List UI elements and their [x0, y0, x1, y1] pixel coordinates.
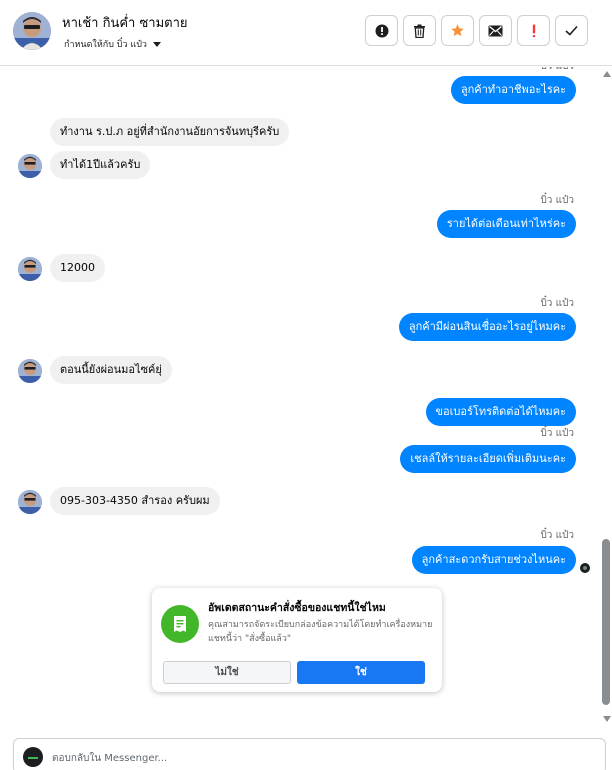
caret-down-icon	[152, 41, 161, 47]
sender-label: บิ๋ว แป๋ว	[540, 67, 574, 74]
trash-icon	[414, 24, 425, 38]
mark-unread-button[interactable]	[479, 15, 512, 46]
message-bubble-incoming[interactable]: 095-303-4350 สำรอง ครับผม	[50, 487, 220, 515]
order-receipt-icon	[161, 605, 199, 643]
spam-button[interactable]	[517, 15, 550, 46]
exclamation-icon	[532, 24, 535, 37]
assign-dropdown[interactable]: กำหนดให้กับ บิ๋ว แป๋ว	[64, 37, 161, 51]
message-bubble-incoming[interactable]: ตอนนี้ยังผ่อนมอไซค์ยุ่	[50, 356, 172, 384]
contact-avatar-small	[18, 490, 42, 514]
contact-avatar[interactable]	[13, 12, 51, 50]
contact-name: หาเช้า กินค่ำ ซามตาย	[62, 16, 188, 31]
message-bubble-outgoing[interactable]: ขอเบอร์โทรติดต่อได้ไหมคะ	[425, 398, 576, 426]
prompt-title: อัพเดตสถานะคำสั่งซื้อของแชทนี้ใช่ไหม	[208, 602, 386, 614]
delete-button[interactable]	[403, 15, 436, 46]
scrollbar-thumb[interactable]	[602, 539, 610, 705]
sender-label: บิ๋ว แป๋ว	[540, 428, 574, 439]
conversation-toolbar	[365, 15, 588, 46]
seen-indicator-icon	[580, 563, 590, 573]
no-button[interactable]: ไม่ใช่	[163, 661, 291, 684]
message-bubble-outgoing[interactable]: รายได้ต่อเดือนเท่าไหร่คะ	[436, 210, 576, 238]
done-button[interactable]	[555, 15, 588, 46]
assign-label: กำหนดให้กับ บิ๋ว แป๋ว	[64, 40, 147, 50]
exclamation-circle-icon	[375, 24, 388, 37]
sender-label: บิ๋ว แป๋ว	[540, 530, 574, 541]
message-bubble-incoming[interactable]: ทำได้1ปีแล้วครับ	[50, 151, 151, 179]
scroll-up-arrow-icon[interactable]	[603, 71, 611, 77]
messenger-conversation-window: หาเช้า กินค่ำ ซามตาย กำหนดให้กับ บิ๋ว แป…	[0, 0, 612, 770]
message-bubble-incoming[interactable]: 12000	[50, 254, 105, 282]
reply-input[interactable]: ตอบกลับใน Messenger...	[52, 751, 167, 766]
page-avatar	[23, 747, 43, 767]
scroll-down-arrow-icon[interactable]	[603, 716, 611, 722]
report-icon-button[interactable]	[365, 15, 398, 46]
conversation-header: หาเช้า กินค่ำ ซามตาย กำหนดให้กับ บิ๋ว แป…	[0, 0, 612, 66]
contact-avatar-small	[18, 154, 42, 178]
checkmark-icon	[565, 25, 578, 36]
yes-button[interactable]: ใช่	[297, 661, 425, 684]
contact-avatar-small	[18, 257, 42, 281]
order-status-prompt-card: อัพเดตสถานะคำสั่งซื้อของแชทนี้ใช่ไหม คุณ…	[152, 588, 442, 692]
message-bubble-incoming[interactable]: ทำงาน ร.ป.ภ อยู่ที่สำนักงานอัยการจันทบุร…	[50, 118, 290, 146]
star-icon	[451, 24, 464, 37]
sender-label: บิ๋ว แป๋ว	[540, 195, 574, 206]
reply-composer[interactable]: ตอบกลับใน Messenger...	[13, 738, 606, 770]
envelope-icon	[488, 25, 503, 36]
star-button[interactable]	[441, 15, 474, 46]
sender-label: บิ๋ว แป๋ว	[540, 298, 574, 309]
message-bubble-outgoing[interactable]: ลูกค้ามีผ่อนสินเชื่ออะไรอยู่ไหมคะ	[398, 313, 576, 341]
contact-avatar-small	[18, 359, 42, 383]
thread-scrollbar[interactable]	[601, 67, 612, 733]
prompt-body: คุณสามารถจัดระเบียบกล่องข้อความได้โดยทำเ…	[208, 620, 433, 644]
message-bubble-outgoing[interactable]: ลูกค้าสะดวกรับสายช่วงไหนคะ	[411, 546, 576, 574]
message-bubble-outgoing[interactable]: ลูกค้าทำอาชีพอะไรคะ	[450, 76, 576, 104]
message-bubble-outgoing[interactable]: เชลล์ให้รายละเอียดเพิ่มเติมนะคะ	[400, 445, 576, 473]
